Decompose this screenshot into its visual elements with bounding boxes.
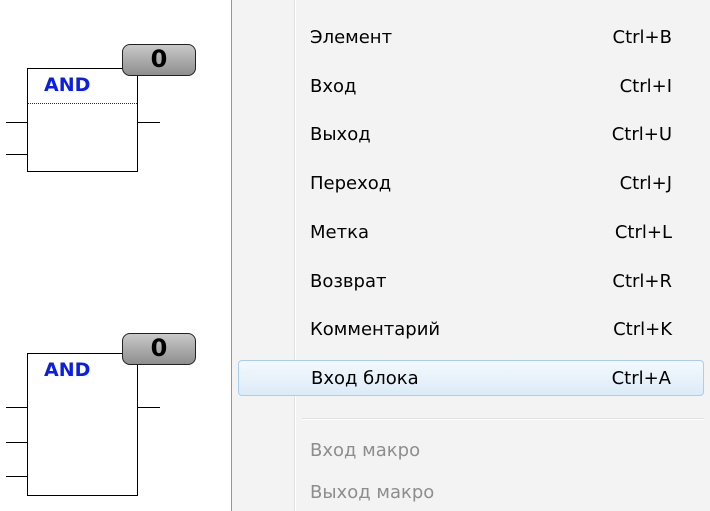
block-body[interactable]: AND [27,353,138,496]
menu-item-shortcut: Ctrl+L [614,222,672,243]
menu-item-shortcut: Ctrl+J [619,173,672,194]
menu-item-shortcut: Ctrl+B [612,27,672,48]
menu-item-element[interactable]: Элемент Ctrl+B [238,20,704,56]
fbd-block-and-2[interactable]: AND 0 [0,0,230,511]
menu-item-input[interactable]: Вход Ctrl+I [238,69,704,105]
menu-item-label: Выход [310,124,371,145]
menu-item-label: Переход [310,173,392,194]
menu-item-shortcut: Ctrl+K [613,319,672,340]
block-counter-badge: 0 [122,333,196,365]
menu-item-block-input[interactable]: Вход блока Ctrl+A [238,360,704,396]
context-menu: Элемент Ctrl+B Вход Ctrl+I Выход Ctrl+U … [231,0,710,511]
menu-item-label: Элемент [310,27,393,48]
menu-item-label: Вход [310,76,357,97]
input-pin[interactable] [6,476,27,477]
menu-separator [302,418,704,420]
menu-item-shortcut: Ctrl+R [612,271,672,292]
menu-item-label: Вход блока [311,368,419,389]
menu-item-macro-input[interactable]: Вход макро [238,433,704,469]
output-pin[interactable] [138,407,160,408]
input-pin[interactable] [6,442,27,443]
block-title: AND [44,359,91,381]
menu-item-label: Возврат [310,271,387,292]
menu-item-output[interactable]: Выход Ctrl+U [238,117,704,153]
menu-item-comment[interactable]: Комментарий Ctrl+K [238,312,704,348]
menu-item-label: Вход макро [310,440,421,461]
menu-item-macro-output[interactable]: Выход макро [238,475,704,511]
menu-item-return[interactable]: Возврат Ctrl+R [238,264,704,300]
menu-item-label: Метка [310,222,369,243]
menu-item-shortcut: Ctrl+U [611,124,672,145]
input-pin[interactable] [6,407,27,408]
menu-item-label: Комментарий [310,319,441,340]
menu-item-shortcut: Ctrl+I [619,76,672,97]
menu-item-label-marker[interactable]: Метка Ctrl+L [238,215,704,251]
menu-item-label: Выход макро [310,482,435,503]
menu-item-jump[interactable]: Переход Ctrl+J [238,166,704,202]
menu-item-shortcut: Ctrl+A [611,368,671,389]
